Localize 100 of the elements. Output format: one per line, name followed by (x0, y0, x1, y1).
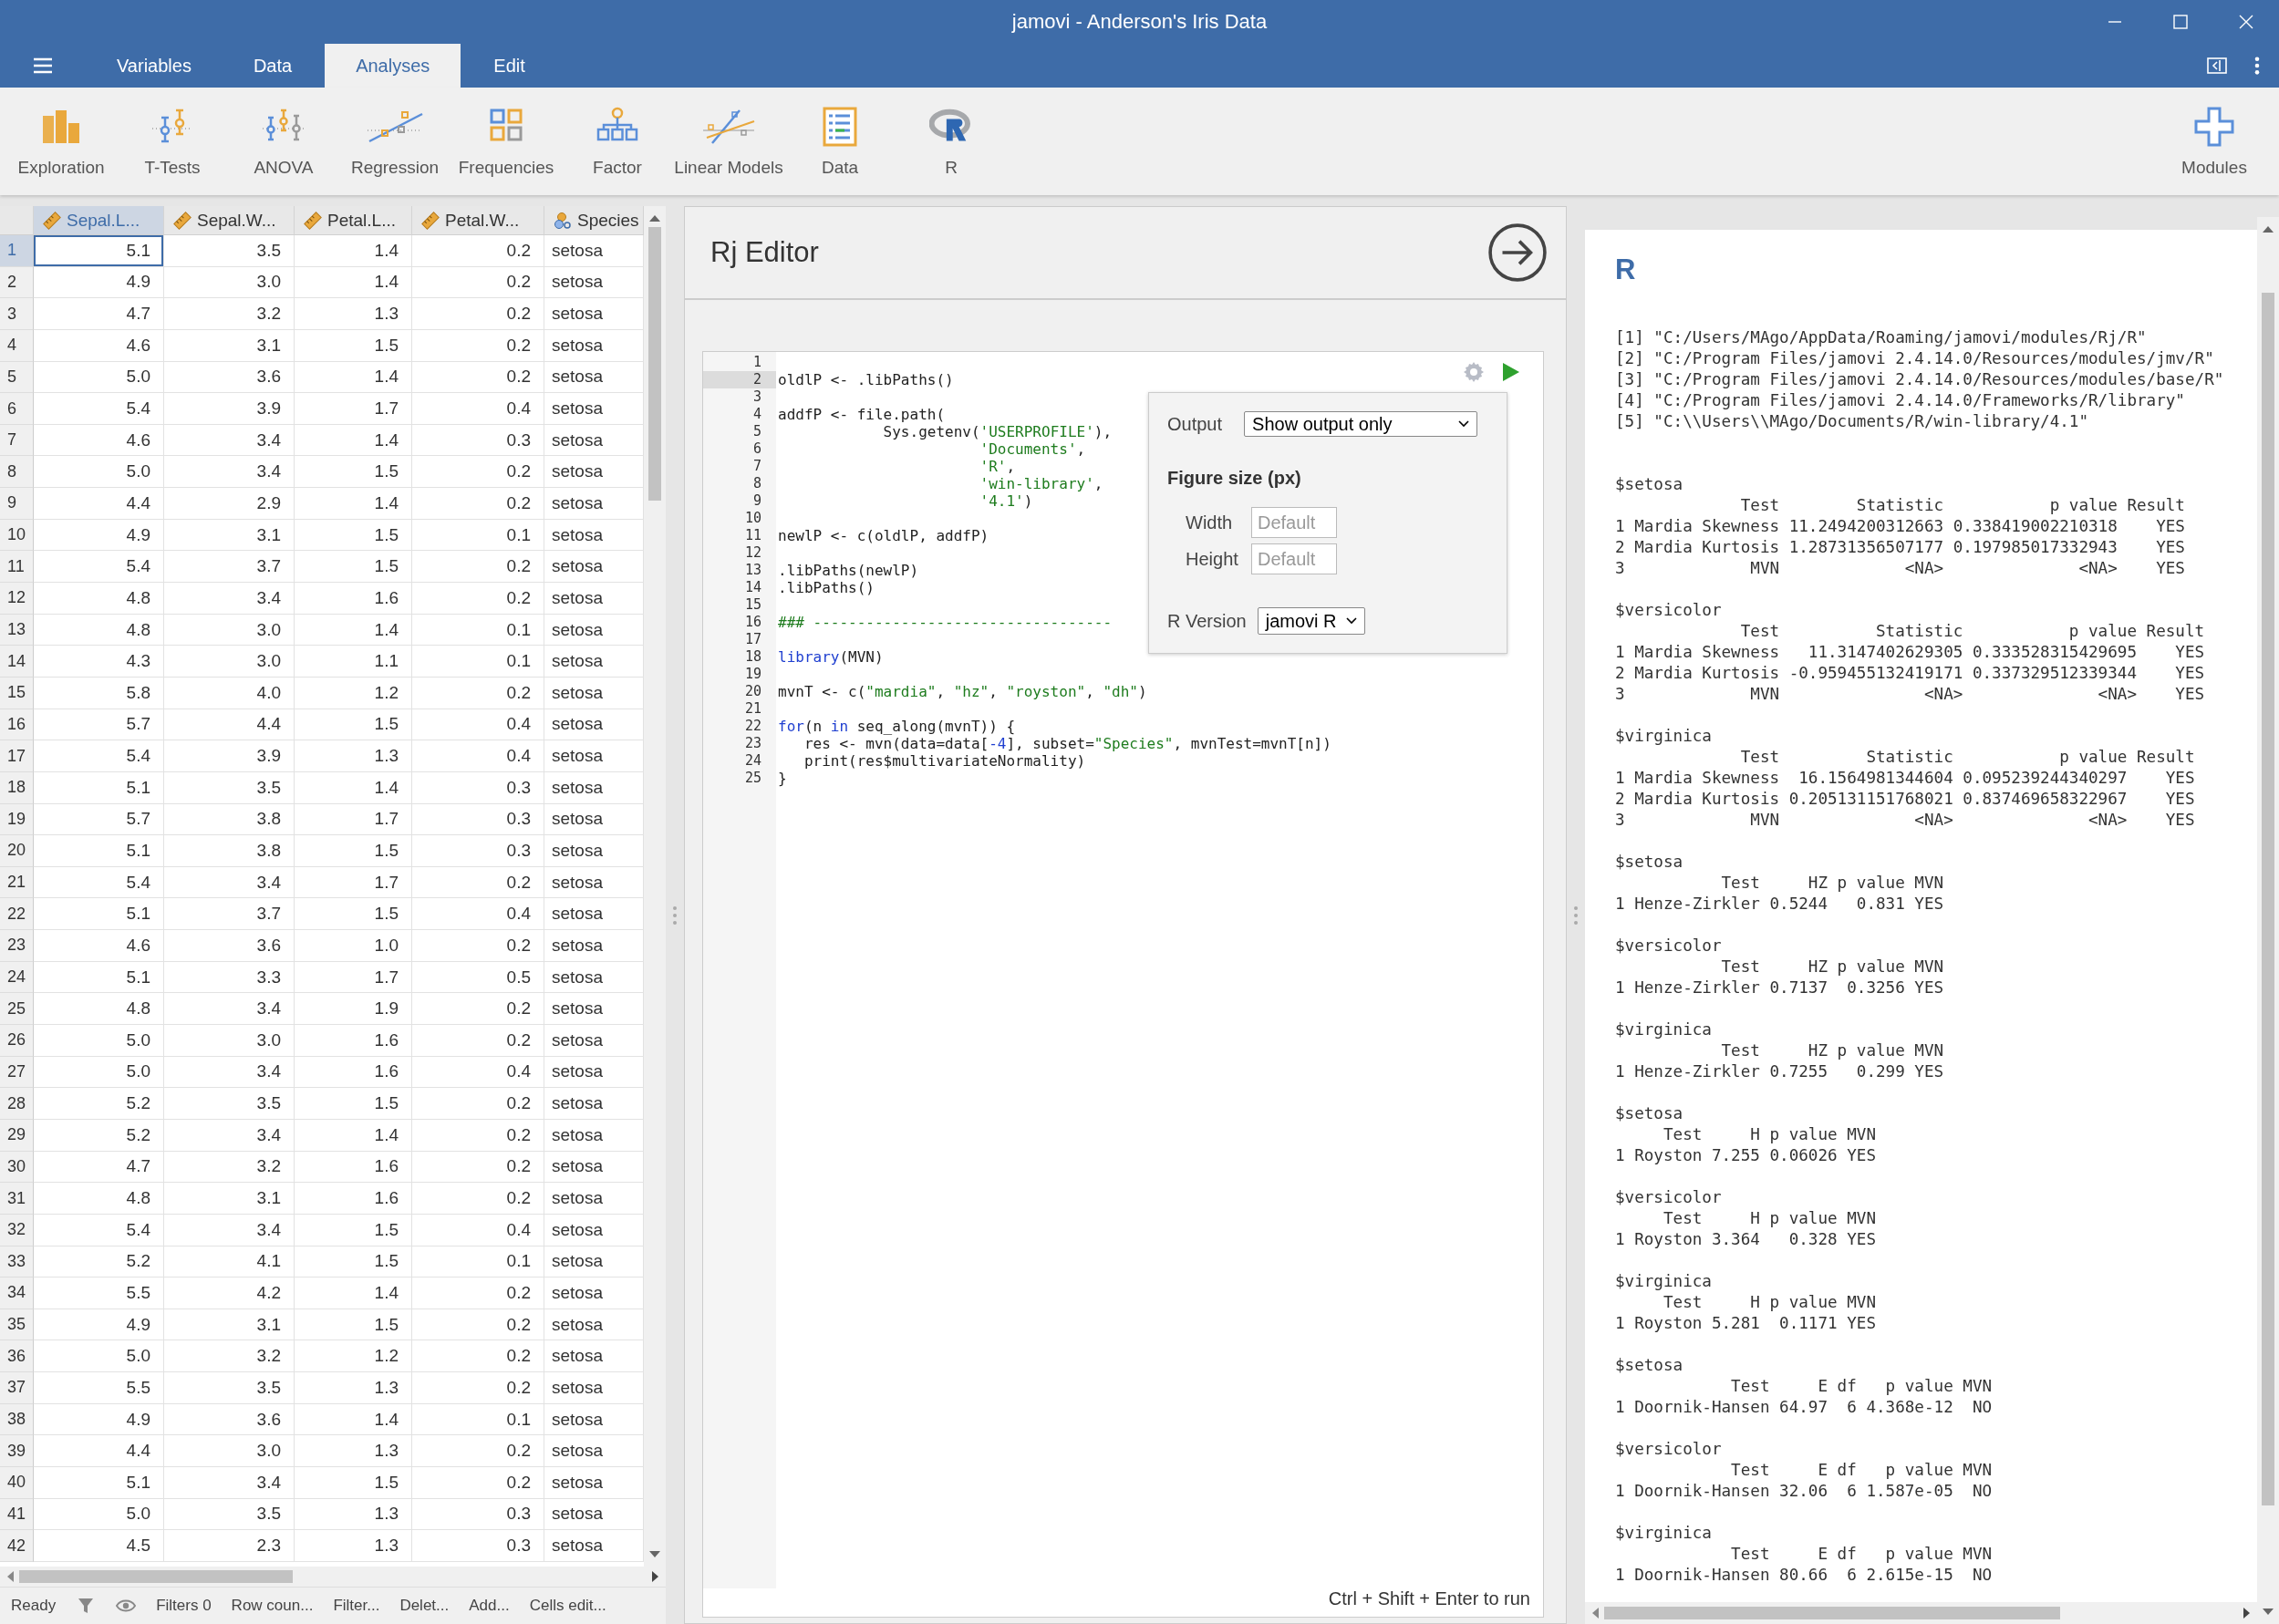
row-number[interactable]: 5 (0, 361, 34, 394)
splitter-handle-icon[interactable] (672, 905, 678, 926)
row-number[interactable]: 40 (0, 1467, 34, 1499)
height-field[interactable]: Default (1251, 543, 1337, 574)
output-line: 1 Royston 5.281 0.1171 YES (1615, 1313, 1877, 1334)
table-cell: 1.3 (295, 1372, 412, 1404)
row-number[interactable]: 3 (0, 298, 34, 330)
row-number[interactable]: 12 (0, 583, 34, 615)
status-text: Filters 0 (156, 1597, 212, 1615)
tab[interactable]: Data (223, 44, 322, 88)
version-dropdown[interactable]: jamovi R (1257, 607, 1365, 635)
table-cell: 0.4 (412, 740, 544, 772)
tab[interactable]: Variables (88, 44, 221, 88)
row-number[interactable]: 20 (0, 835, 34, 867)
row-number[interactable]: 16 (0, 709, 34, 741)
output-line: Test H p value MVN (1662, 1124, 1877, 1145)
row-number[interactable]: 26 (0, 1025, 34, 1057)
row-number[interactable]: 10 (0, 519, 34, 552)
row-number[interactable]: 9 (0, 488, 34, 520)
scrollbar[interactable] (644, 206, 666, 1567)
table-cell: 3.8 (164, 803, 295, 836)
row-number[interactable]: 23 (0, 930, 34, 962)
more-icon[interactable] (2253, 56, 2261, 76)
width-field[interactable]: Default (1251, 507, 1337, 538)
row-number[interactable]: 33 (0, 1246, 34, 1278)
status-item[interactable]: Add... (469, 1597, 510, 1615)
row-number[interactable]: 4 (0, 329, 34, 362)
row-number[interactable]: 37 (0, 1372, 34, 1404)
analysis-button[interactable]: Exploration (5, 105, 117, 178)
analysis-button[interactable]: Frequencies (451, 105, 562, 178)
row-number[interactable]: 24 (0, 961, 34, 994)
table-cell: 0.2 (412, 551, 544, 584)
scrollbar[interactable] (0, 1567, 666, 1587)
row-number[interactable]: 30 (0, 1151, 34, 1184)
status-item[interactable]: Filter... (333, 1597, 380, 1615)
table-cell: 0.4 (412, 1214, 544, 1246)
section-heading: Figure size (px) (1167, 468, 1302, 489)
row-number[interactable]: 13 (0, 614, 34, 646)
row-number[interactable]: 8 (0, 456, 34, 489)
row-number[interactable]: 41 (0, 1498, 34, 1531)
row-number[interactable]: 22 (0, 898, 34, 931)
row-number[interactable]: 11 (0, 551, 34, 584)
row-number[interactable]: 15 (0, 677, 34, 709)
row-number[interactable]: 29 (0, 1119, 34, 1152)
row-number[interactable]: 7 (0, 424, 34, 457)
panel-toggle-icon[interactable] (2206, 57, 2228, 75)
status-item[interactable]: Delet... (399, 1597, 450, 1615)
tab[interactable]: Edit (464, 44, 554, 88)
row-number[interactable]: 31 (0, 1183, 34, 1215)
row-number[interactable]: 34 (0, 1277, 34, 1309)
row-number[interactable]: 21 (0, 866, 34, 899)
row-number[interactable]: 27 (0, 1056, 34, 1089)
row-number[interactable]: 17 (0, 740, 34, 772)
settings-icon[interactable] (1463, 361, 1485, 383)
row-number[interactable]: 19 (0, 803, 34, 836)
code-line: library(MVN) (777, 648, 884, 666)
tab[interactable]: Analyses (325, 44, 461, 88)
status-item[interactable]: Cells edit... (529, 1597, 606, 1615)
row-number[interactable]: 14 (0, 646, 34, 678)
table-cell: 0.2 (412, 361, 544, 394)
scrollbar[interactable] (2257, 217, 2279, 1624)
code-editor[interactable] (702, 351, 1544, 1618)
table-cell: 5.4 (34, 1214, 164, 1246)
row-number[interactable]: 38 (0, 1403, 34, 1436)
row-number[interactable]: 32 (0, 1214, 34, 1246)
row-number[interactable]: 35 (0, 1309, 34, 1341)
modules-button[interactable]: Modules (2159, 105, 2270, 178)
row-number[interactable]: 18 (0, 771, 34, 804)
status-item[interactable]: Row coun... (231, 1597, 314, 1615)
splitter-handle-icon[interactable] (1573, 905, 1579, 926)
row-number[interactable]: 36 (0, 1340, 34, 1373)
row-number[interactable]: 28 (0, 1088, 34, 1120)
table-cell: 1.7 (295, 961, 412, 994)
scrollbar[interactable] (1585, 1602, 2257, 1624)
output-dropdown[interactable]: Show output only (1244, 411, 1478, 437)
analysis-button[interactable]: Factor (562, 105, 673, 178)
column-header[interactable]: Sepal.W... (164, 206, 295, 235)
close-icon[interactable] (2237, 13, 2255, 31)
row-number[interactable]: 6 (0, 393, 34, 425)
row-number[interactable]: 25 (0, 993, 34, 1025)
analysis-button[interactable]: R (896, 105, 1007, 178)
row-number[interactable]: 1 (0, 235, 34, 267)
table-cell: 0.1 (412, 614, 544, 646)
table-cell: 1.5 (295, 1214, 412, 1246)
row-number[interactable]: 42 (0, 1530, 34, 1562)
column-header[interactable]: Petal.L... (295, 206, 412, 235)
maximize-icon[interactable] (2171, 13, 2190, 31)
analysis-button[interactable]: Linear Models (673, 105, 784, 178)
menu-icon[interactable] (31, 57, 55, 75)
row-number[interactable]: 2 (0, 266, 34, 299)
analysis-button[interactable]: T-Tests (117, 105, 228, 178)
table-cell: 0.2 (412, 298, 544, 330)
analysis-button[interactable]: ANOVA (228, 105, 339, 178)
analysis-button[interactable]: Regression (339, 105, 451, 178)
column-header[interactable]: Petal.W... (412, 206, 544, 235)
row-number[interactable]: 39 (0, 1435, 34, 1467)
column-header[interactable]: Sepal.L... (34, 206, 164, 235)
column-header[interactable]: Species (544, 206, 644, 235)
table-cell: 5.5 (34, 1277, 164, 1309)
analysis-button[interactable]: Data (784, 105, 896, 178)
